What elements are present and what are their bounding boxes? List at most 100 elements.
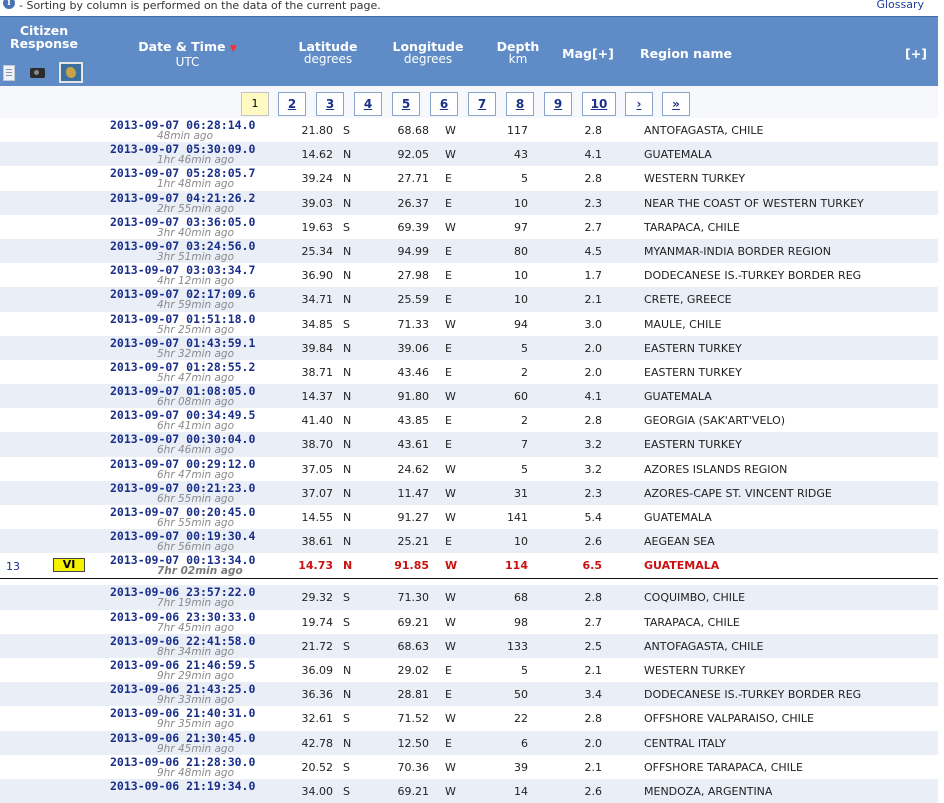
event-lon-direction: W bbox=[445, 591, 456, 605]
event-lat-direction: S bbox=[343, 220, 350, 234]
event-longitude: 69.21 bbox=[397, 784, 430, 798]
last-page-button[interactable]: » bbox=[662, 92, 690, 116]
event-depth: 39 bbox=[514, 760, 528, 774]
event-latitude: 21.80 bbox=[301, 124, 334, 137]
highlighted-event-row[interactable]: 13 VI 2013-09-07 00:13:34.0 7hr 02min ago 14… bbox=[0, 553, 938, 580]
expand-columns-button[interactable]: [+] bbox=[896, 47, 936, 60]
page-7-link[interactable]: 7 bbox=[468, 92, 496, 116]
table-row[interactable]: 2013-09-06 21:40:31.0 9hr 35min ago 32.61 S… bbox=[0, 706, 938, 731]
event-datetime-link[interactable]: 2013-09-06 22:41:58.0 bbox=[110, 635, 255, 647]
table-row[interactable]: 2013-09-07 00:19:30.4 6hr 56min ago 38.61 N… bbox=[0, 529, 938, 554]
page-8-link[interactable]: 8 bbox=[506, 92, 534, 116]
table-row[interactable]: 2013-09-07 00:20:45.0 6hr 55min ago 14.55 N… bbox=[0, 505, 938, 530]
page-3-link[interactable]: 3 bbox=[316, 92, 344, 116]
table-row[interactable]: 2013-09-06 23:30:33.0 7hr 45min ago 19.74 S… bbox=[0, 609, 938, 634]
event-lat-direction: N bbox=[343, 736, 352, 750]
event-datetime-link[interactable]: 2013-09-07 00:29:12.0 bbox=[110, 458, 255, 470]
camera-icon[interactable] bbox=[30, 68, 45, 78]
citizen-response-count[interactable]: 13 bbox=[6, 560, 20, 573]
page-4-link[interactable]: 4 bbox=[354, 92, 382, 116]
header-magnitude[interactable]: Mag[+] bbox=[558, 47, 618, 60]
table-row[interactable]: 2013-09-06 21:28:30.0 9hr 48min ago 20.52 S… bbox=[0, 754, 938, 779]
event-datetime-link[interactable]: 2013-09-07 04:21:26.2 bbox=[110, 192, 255, 204]
table-row[interactable]: 2013-09-07 03:36:05.0 3hr 40min ago 19.63 S… bbox=[0, 214, 938, 239]
table-row[interactable]: 2013-09-07 00:30:04.0 6hr 46min ago 38.70 N… bbox=[0, 432, 938, 457]
table-row[interactable]: 2013-09-07 05:28:05.7 1hr 48min ago 39.24 N… bbox=[0, 166, 938, 191]
event-magnitude: 3.4 bbox=[584, 688, 603, 702]
table-row[interactable]: 2013-09-07 05:30:09.0 1hr 46min ago 14.62 N… bbox=[0, 142, 938, 167]
table-row[interactable]: 2013-09-07 01:28:55.2 5hr 47min ago 38.71 N… bbox=[0, 359, 938, 385]
event-lat-direction: N bbox=[343, 535, 352, 549]
header-latitude[interactable]: Latitude degrees bbox=[288, 40, 368, 66]
page-5-link[interactable]: 5 bbox=[392, 92, 420, 116]
event-time-ago: 6hr 55min ago bbox=[157, 492, 235, 505]
map-icon[interactable] bbox=[59, 62, 83, 83]
header-longitude[interactable]: Longitude degrees bbox=[386, 40, 470, 66]
header-region-name[interactable]: Region name bbox=[640, 47, 750, 60]
table-row[interactable]: 2013-09-07 02:17:09.6 4hr 59min ago 34.71 N… bbox=[0, 287, 938, 312]
page-10-link[interactable]: 10 bbox=[582, 92, 616, 116]
event-latitude: 34.85 bbox=[301, 317, 334, 331]
table-row[interactable]: 2013-09-07 03:03:34.7 4hr 12min ago 36.90 N… bbox=[0, 263, 938, 288]
next-page-button[interactable]: › bbox=[625, 92, 653, 116]
event-magnitude: 2.0 bbox=[584, 365, 603, 379]
event-lon-direction: W bbox=[445, 124, 456, 137]
event-datetime-link[interactable]: 2013-09-07 03:36:05.0 bbox=[110, 216, 255, 228]
event-longitude: 27.98 bbox=[397, 269, 430, 283]
event-magnitude: 2.3 bbox=[584, 486, 603, 500]
event-datetime-link[interactable]: 2013-09-07 01:43:59.1 bbox=[110, 337, 255, 349]
event-time-ago: 6hr 47min ago bbox=[157, 468, 235, 481]
table-row[interactable]: 2013-09-07 01:51:18.0 5hr 25min ago 34.85 S… bbox=[0, 311, 938, 336]
table-row[interactable]: 2013-09-06 21:30:45.0 9hr 45min ago 42.78 N… bbox=[0, 730, 938, 755]
header-depth[interactable]: Depth km bbox=[490, 40, 546, 66]
event-longitude: 92.05 bbox=[397, 148, 430, 162]
event-magnitude: 2.8 bbox=[584, 172, 603, 186]
event-datetime-link[interactable]: 2013-09-06 21:30:45.0 bbox=[110, 732, 255, 744]
event-region: EASTERN TURKEY bbox=[644, 341, 742, 355]
page-9-link[interactable]: 9 bbox=[544, 92, 572, 116]
page-2-link[interactable]: 2 bbox=[278, 92, 306, 116]
event-time-ago: 8hr 34min ago bbox=[157, 645, 235, 658]
intensity-badge[interactable]: VI bbox=[53, 558, 85, 573]
table-row[interactable]: 2013-09-06 21:43:25.0 9hr 33min ago 36.36 N… bbox=[0, 682, 938, 707]
event-datetime-link[interactable]: 2013-09-07 00:21:23.0 bbox=[110, 482, 255, 494]
document-icon[interactable] bbox=[3, 65, 15, 81]
event-depth: 5 bbox=[521, 341, 528, 355]
event-time-ago: 6hr 08min ago bbox=[157, 396, 235, 409]
event-latitude: 14.73 bbox=[298, 559, 333, 573]
table-row[interactable]: 2013-09-07 01:43:59.1 5hr 32min ago 39.84 N… bbox=[0, 335, 938, 360]
event-longitude: 39.06 bbox=[397, 341, 430, 355]
glossary-link[interactable]: Glossary bbox=[876, 0, 924, 11]
table-row[interactable]: 2013-09-07 04:21:26.2 2hr 55min ago 39.03 N… bbox=[0, 190, 938, 215]
event-region: GEORGIA (SAK'ART'VELO) bbox=[644, 414, 786, 428]
event-region: MYANMAR-INDIA BORDER REGION bbox=[644, 244, 831, 258]
table-row[interactable]: 2013-09-06 21:19:34.0 34.00 S 69.21 W 14 2.6 ME… bbox=[0, 778, 938, 803]
event-datetime-link[interactable]: 2013-09-07 01:51:18.0 bbox=[110, 313, 255, 325]
event-datetime-link[interactable]: 2013-09-06 21:28:30.0 bbox=[110, 756, 255, 768]
table-row[interactable]: 2013-09-07 03:24:56.0 3hr 51min ago 25.34 N… bbox=[0, 238, 938, 264]
table-row[interactable]: 2013-09-07 01:08:05.0 6hr 08min ago 14.37 N… bbox=[0, 384, 938, 409]
event-lon-direction: E bbox=[445, 196, 452, 210]
event-datetime-link[interactable]: 2013-09-06 21:19:34.0 bbox=[110, 780, 255, 792]
event-lon-direction: W bbox=[445, 486, 456, 500]
event-depth: 31 bbox=[514, 486, 528, 500]
table-row[interactable]: 2013-09-07 00:34:49.5 6hr 41min ago 41.40 N… bbox=[0, 408, 938, 433]
page-6-link[interactable]: 6 bbox=[430, 92, 458, 116]
event-time-ago: 3hr 40min ago bbox=[157, 226, 235, 239]
event-region: ANTOFAGASTA, CHILE bbox=[644, 124, 764, 137]
table-row[interactable]: 2013-09-06 23:57:22.0 7hr 19min ago 29.32 S… bbox=[0, 585, 938, 610]
event-lon-direction: W bbox=[445, 760, 456, 774]
event-magnitude: 2.7 bbox=[584, 220, 603, 234]
table-row[interactable]: 2013-09-07 06:28:14.0 48min ago 21.80 S 68.6… bbox=[0, 118, 938, 143]
table-row[interactable]: 2013-09-07 00:29:12.0 6hr 47min ago 37.05 N… bbox=[0, 456, 938, 481]
table-row[interactable]: 2013-09-07 00:21:23.0 6hr 55min ago 37.07 N… bbox=[0, 480, 938, 505]
event-latitude: 38.71 bbox=[301, 365, 334, 379]
table-row[interactable]: 2013-09-06 22:41:58.0 8hr 34min ago 21.72 S… bbox=[0, 633, 938, 658]
header-date-time[interactable]: Date & Time ▼ UTC bbox=[125, 40, 250, 69]
event-datetime-link[interactable]: 2013-09-06 23:30:33.0 bbox=[110, 611, 255, 623]
event-lon-direction: W bbox=[445, 615, 456, 629]
event-depth: 114 bbox=[505, 559, 528, 573]
event-time-ago: 5hr 47min ago bbox=[157, 371, 235, 384]
table-row[interactable]: 2013-09-06 21:46:59.5 9hr 29min ago 36.09 N… bbox=[0, 657, 938, 683]
event-latitude: 39.84 bbox=[301, 341, 334, 355]
